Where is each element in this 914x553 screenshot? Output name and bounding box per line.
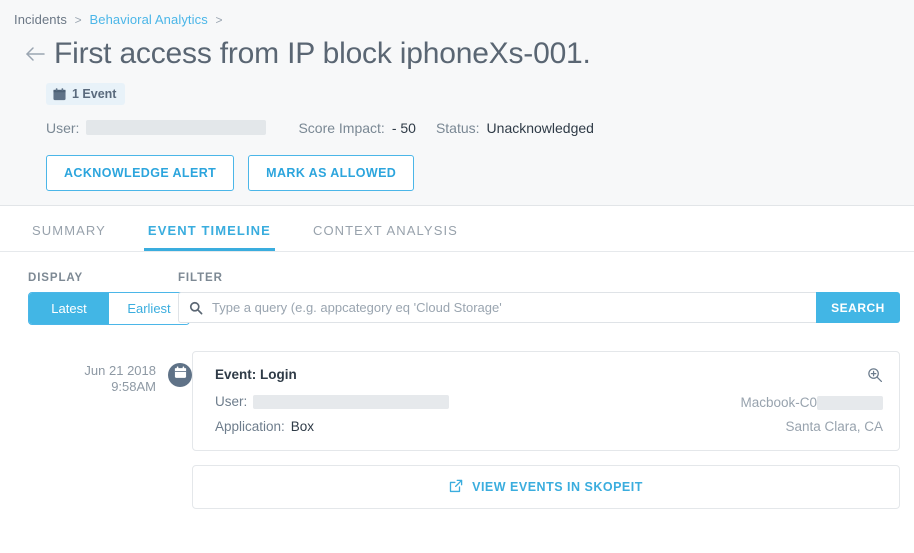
filter-label: FILTER — [178, 272, 223, 284]
status-value: Unacknowledged — [486, 119, 594, 136]
arrow-left-icon[interactable] — [22, 41, 48, 67]
timeline-date: Jun 21 2018 — [84, 363, 156, 378]
search-button[interactable]: SEARCH — [816, 292, 900, 323]
title-row: First access from IP block iphoneXs-001. — [0, 27, 914, 70]
timeline-marker-group: Jun 21 2018 9:58AM — [0, 351, 192, 509]
search-box[interactable] — [178, 292, 816, 323]
timeline-content: Event: Login User: Application: Box Macb… — [192, 351, 900, 509]
incident-actions: ACKNOWLEDGE ALERT MARK AS ALLOWED — [46, 154, 914, 191]
zoom-in-icon[interactable] — [867, 367, 883, 383]
toggle-option-earliest[interactable]: Earliest — [109, 293, 189, 324]
event-card-side: Macbook-C0 Santa Clara, CA — [673, 367, 883, 434]
incident-meta: User: Score Impact: - 50 Status: Unackno… — [46, 120, 914, 136]
breadcrumb-separator: > — [74, 13, 82, 27]
display-control: DISPLAY Latest Earliest — [0, 272, 190, 325]
event-timeline: Jun 21 2018 9:58AM Event: Login User: Ap… — [0, 325, 914, 509]
tab-bar: SUMMARY EVENT TIMELINE CONTEXT ANALYSIS — [0, 206, 914, 252]
event-title: Event: Login — [215, 367, 297, 382]
user-label: User: — [46, 119, 80, 136]
timeline-timestamp: Jun 21 2018 9:58AM — [84, 363, 156, 396]
calendar-icon — [53, 87, 66, 101]
page-title: First access from IP block iphoneXs-001. — [54, 37, 591, 70]
tab-summary[interactable]: SUMMARY — [28, 224, 110, 251]
score-impact-value: - 50 — [391, 119, 416, 136]
event-user-value-redacted — [253, 394, 450, 409]
timeline-marker — [168, 363, 192, 387]
tab-event-timeline[interactable]: EVENT TIMELINE — [143, 224, 275, 251]
timeline-controls: DISPLAY Latest Earliest FILTER SEARCH — [0, 252, 914, 325]
search-icon — [189, 301, 203, 315]
event-user-label: User: — [215, 394, 248, 409]
view-events-card[interactable]: VIEW EVENTS IN SKOPEIT — [192, 465, 900, 509]
breadcrumb-separator-2: > — [215, 13, 223, 27]
user-value-redacted — [86, 120, 267, 135]
event-location: Santa Clara, CA — [785, 419, 883, 434]
event-device-value: Macbook-C0 — [740, 395, 817, 410]
score-impact-label: Score Impact: — [298, 119, 385, 136]
event-card-main: Event: Login User: Application: Box — [215, 367, 673, 434]
external-link-icon — [449, 479, 463, 496]
display-label: DISPLAY — [28, 272, 84, 284]
event-user-row: User: — [215, 394, 673, 409]
mark-as-allowed-button[interactable]: MARK AS ALLOWED — [248, 154, 415, 191]
event-count-badge: 1 Event — [46, 83, 126, 105]
breadcrumb-item-incidents[interactable]: Incidents — [14, 12, 67, 27]
calendar-icon — [174, 366, 187, 384]
incident-header: Incidents > Behavioral Analytics > First… — [0, 0, 914, 206]
event-application-value: Box — [290, 419, 315, 434]
view-events-link[interactable]: VIEW EVENTS IN SKOPEIT — [449, 479, 643, 496]
event-card: Event: Login User: Application: Box Macb… — [192, 351, 900, 451]
search-input[interactable] — [210, 292, 816, 323]
filter-control: FILTER SEARCH — [178, 272, 914, 325]
event-device-redacted — [817, 395, 883, 410]
tab-context-analysis[interactable]: CONTEXT ANALYSIS — [309, 224, 462, 251]
timeline-time: 9:58AM — [111, 379, 156, 395]
search-bar: SEARCH — [178, 292, 900, 323]
breadcrumb: Incidents > Behavioral Analytics > — [0, 0, 914, 27]
view-events-label: VIEW EVENTS IN SKOPEIT — [472, 480, 643, 494]
sort-order-toggle[interactable]: Latest Earliest — [28, 292, 190, 325]
toggle-option-latest[interactable]: Latest — [29, 293, 109, 324]
event-device: Macbook-C0 — [740, 395, 883, 410]
event-application-label: Application: — [215, 419, 285, 434]
acknowledge-alert-button[interactable]: ACKNOWLEDGE ALERT — [46, 154, 235, 191]
breadcrumb-item-behavioral-analytics[interactable]: Behavioral Analytics — [89, 12, 207, 27]
event-count-label: 1 Event — [72, 87, 117, 101]
status-label: Status: — [435, 119, 480, 136]
event-application-row: Application: Box — [215, 419, 673, 434]
